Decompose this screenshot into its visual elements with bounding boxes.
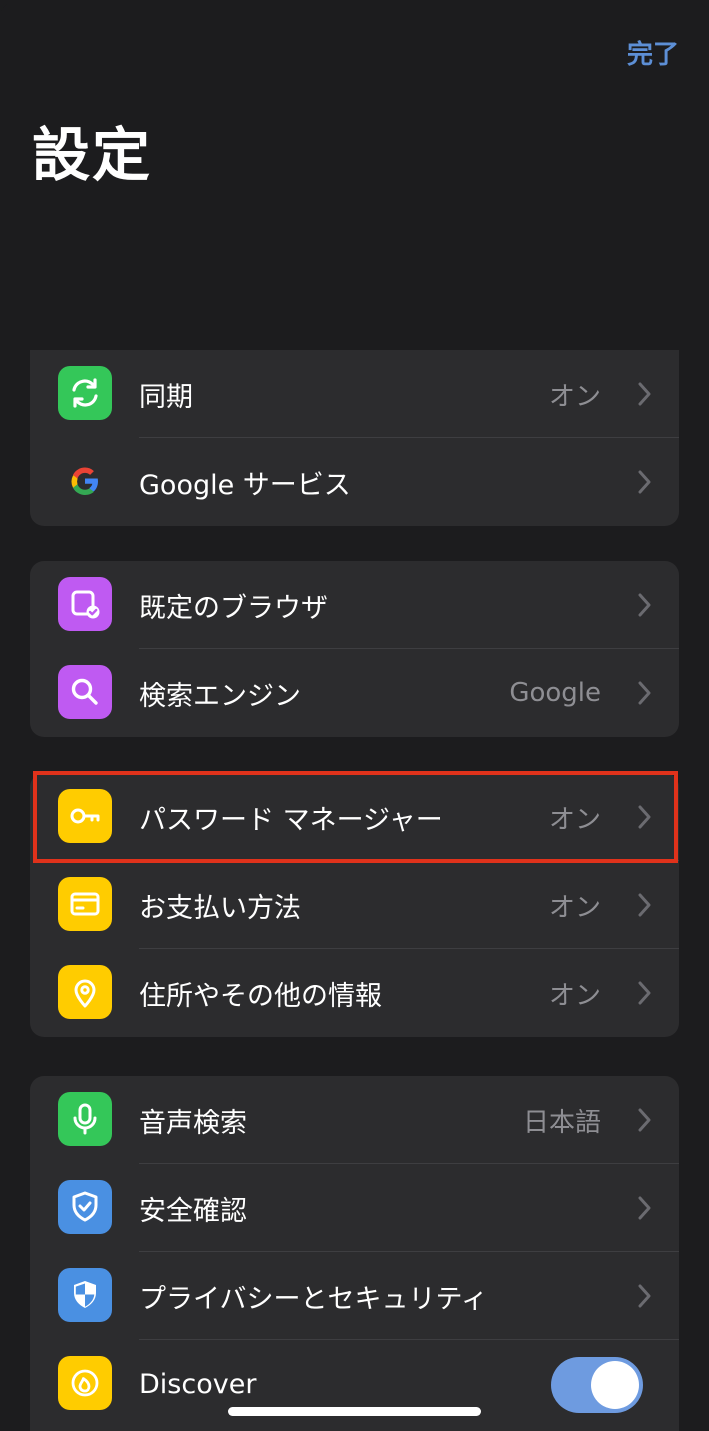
settings-group-general: 音声検索 日本語 安全確認 プライバシーとセキュリティ Discover [30, 1076, 679, 1431]
sync-value: オン [548, 381, 601, 412]
chevron-right-icon [638, 805, 651, 829]
chevron-right-icon [638, 681, 651, 705]
search-engine-value: Google [509, 678, 601, 708]
addresses-row[interactable]: 住所やその他の情報 オン [30, 949, 679, 1037]
voice-search-label: 音声検索 [139, 1107, 247, 1139]
payment-methods-value: オン [548, 892, 601, 923]
voice-search-value: 日本語 [522, 1107, 601, 1138]
chevron-right-icon [638, 470, 651, 494]
chevron-right-icon [638, 893, 651, 917]
home-indicator [228, 1407, 481, 1416]
search-engine-row[interactable]: 検索エンジン Google [30, 649, 679, 737]
location-pin-icon [58, 965, 112, 1019]
password-manager-row[interactable]: パスワード マネージャー オン [30, 773, 679, 861]
google-g-icon [58, 454, 112, 508]
chevron-right-icon [638, 1284, 651, 1308]
voice-search-row[interactable]: 音声検索 日本語 [30, 1076, 679, 1164]
privacy-security-label: プライバシーとセキュリティ [139, 1283, 488, 1315]
page-title: 設定 [32, 121, 153, 189]
payment-methods-label: お支払い方法 [139, 892, 301, 924]
privacy-security-row[interactable]: プライバシーとセキュリティ [30, 1252, 679, 1340]
google-services-label: Google サービス [139, 469, 351, 501]
key-icon [58, 789, 112, 843]
sync-label: 同期 [139, 381, 193, 413]
google-services-row[interactable]: Google サービス [30, 438, 679, 526]
discover-toggle[interactable] [551, 1357, 643, 1413]
addresses-label: 住所やその他の情報 [139, 980, 382, 1012]
default-browser-label: 既定のブラウザ [139, 592, 328, 624]
addresses-value: オン [548, 980, 601, 1011]
payment-methods-row[interactable]: お支払い方法 オン [30, 861, 679, 949]
shield-check-icon [58, 1180, 112, 1234]
discover-flame-icon [58, 1356, 112, 1410]
settings-group-autofill: パスワード マネージャー オン お支払い方法 オン 住所やその他の情報 オン [30, 773, 679, 1037]
sync-icon [58, 366, 112, 420]
toggle-knob [591, 1361, 639, 1409]
discover-label: Discover [139, 1368, 257, 1400]
settings-group-browser: 既定のブラウザ 検索エンジン Google [30, 561, 679, 737]
search-icon [58, 665, 112, 719]
safety-check-row[interactable]: 安全確認 [30, 1164, 679, 1252]
default-browser-row[interactable]: 既定のブラウザ [30, 561, 679, 649]
search-engine-label: 検索エンジン [139, 680, 301, 712]
chevron-right-icon [638, 382, 651, 406]
default-browser-icon [58, 577, 112, 631]
safety-check-label: 安全確認 [139, 1195, 247, 1227]
done-button[interactable]: 完了 [627, 34, 679, 71]
chevron-right-icon [638, 1108, 651, 1132]
chevron-right-icon [638, 1196, 651, 1220]
sync-row[interactable]: 同期 オン [30, 350, 679, 438]
microphone-icon [58, 1092, 112, 1146]
credit-card-icon [58, 877, 112, 931]
settings-group-account: 同期 オン Google サービス [30, 350, 679, 526]
chevron-right-icon [638, 981, 651, 1005]
password-manager-value: オン [548, 804, 601, 835]
password-manager-label: パスワード マネージャー [139, 804, 443, 836]
shield-icon [58, 1268, 112, 1322]
chevron-right-icon [638, 593, 651, 617]
settings-sheet: 完了 設定 同期 オン Google サービス 既定のブラウザ 検索エンジン G… [0, 0, 709, 1431]
